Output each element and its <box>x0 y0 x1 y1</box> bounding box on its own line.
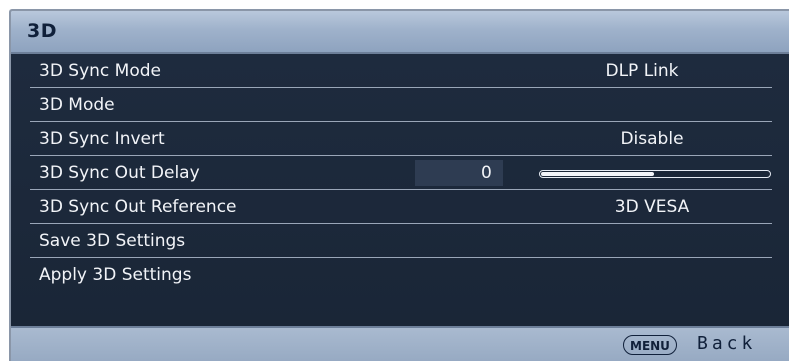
menu-item-label: 3D Sync Mode <box>39 61 162 81</box>
menu-header: 3D <box>11 11 789 54</box>
delay-slider[interactable] <box>539 170 771 178</box>
menu-pill-icon[interactable]: MENU <box>623 335 677 355</box>
delay-slider-fill <box>541 172 654 176</box>
menu-item-value: 3D VESA <box>614 197 690 217</box>
menu-item-label: 3D Sync Out Reference <box>39 197 237 217</box>
menu-footer: MENU Back <box>11 326 789 361</box>
menu-item-label: Save 3D Settings <box>39 231 186 251</box>
menu-item-3d-mode[interactable]: 3D Mode <box>11 88 789 122</box>
menu-item-apply-3d-settings[interactable]: Apply 3D Settings <box>11 258 789 292</box>
delay-value-box: 0 <box>415 160 503 186</box>
menu-item-label: 3D Mode <box>39 95 115 115</box>
menu-item-3d-sync-mode[interactable]: 3D Sync Mode DLP Link <box>11 54 789 88</box>
menu-item-3d-sync-out-delay[interactable]: 3D Sync Out Delay 0 <box>11 156 789 190</box>
menu-title: 3D <box>27 20 57 42</box>
menu-item-3d-sync-invert[interactable]: 3D Sync Invert Disable <box>11 122 789 156</box>
back-label: Back <box>697 333 757 354</box>
delay-value: 0 <box>481 163 492 183</box>
menu-item-3d-sync-out-reference[interactable]: 3D Sync Out Reference 3D VESA <box>11 190 789 224</box>
projector-osd: 3D 3D Sync Mode DLP Link 3D Mode 3D Sync… <box>0 0 789 361</box>
menu-body: 3D Sync Mode DLP Link 3D Mode 3D Sync In… <box>11 54 789 326</box>
3d-menu-panel: 3D 3D Sync Mode DLP Link 3D Mode 3D Sync… <box>9 9 789 361</box>
menu-item-label: Apply 3D Settings <box>39 265 192 285</box>
menu-item-save-3d-settings[interactable]: Save 3D Settings <box>11 224 789 258</box>
menu-item-value: DLP Link <box>605 61 679 81</box>
menu-item-value: Disable <box>620 129 684 149</box>
menu-item-label: 3D Sync Out Delay <box>39 163 200 183</box>
menu-item-label: 3D Sync Invert <box>39 129 165 149</box>
